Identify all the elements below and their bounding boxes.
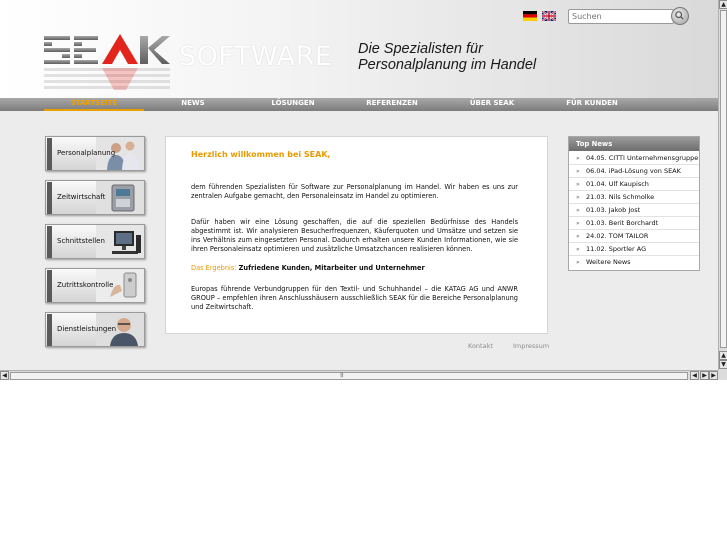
search-button[interactable] (671, 7, 689, 25)
news-item[interactable]: » 01.03. Berit Borchardt (569, 217, 699, 230)
sidebar-item-personalplanung[interactable]: Personalplanung (45, 136, 145, 171)
box-marker (47, 182, 52, 214)
sidebar-item-label: Personalplanung (57, 149, 116, 157)
sidebar-item-label: Dienstleistungen (57, 325, 117, 333)
box-marker (47, 314, 52, 346)
sidebar-item-label: Zeitwirtschaft (57, 193, 106, 201)
news-item[interactable]: » 01.03. Jakob Jost (569, 204, 699, 217)
search-input[interactable] (568, 9, 674, 24)
scroll-left-arrow-icon[interactable]: ◀ (0, 371, 9, 380)
box-marker (47, 270, 52, 302)
sidebar-item-dienstleistungen[interactable]: Dienstleistungen (45, 312, 145, 347)
bullet-icon: » (576, 246, 580, 253)
welcome-panel: Herzlich willkommen bei SEAK, dem führen… (165, 136, 548, 334)
sidebar-item-label: Schnittstellen (57, 237, 105, 245)
scrollbar-corner (718, 370, 727, 380)
box-marker (47, 226, 52, 258)
sidebar-item-schnittstellen[interactable]: Schnittstellen (45, 224, 145, 259)
bullet-icon: » (576, 233, 580, 240)
partners-paragraph: Europas führende Verbundgruppen für den … (191, 285, 518, 311)
tagline-line-1: Die Spezialisten für (358, 41, 483, 57)
news-item[interactable]: » 21.03. Nils Schmolke (569, 191, 699, 204)
horizontal-scrollbar[interactable]: ◀ |||| ◀ ▶ ▶ (0, 370, 718, 380)
bullet-icon: » (576, 181, 580, 188)
sidebar-item-zeitwirtschaft[interactable]: Zeitwirtschaft (45, 180, 145, 215)
german-flag-icon[interactable] (523, 11, 537, 21)
scroll-right-arrow-icon[interactable]: ▶ (700, 371, 709, 380)
sidebar-item-label: Zutrittskontrolle (57, 281, 114, 289)
bullet-icon: » (576, 220, 580, 227)
result-label: Das Ergebnis: (191, 264, 237, 272)
bullet-icon: » (576, 168, 580, 175)
news-item[interactable]: » 01.04. Ulf Kaupisch (569, 178, 699, 191)
english-flag-icon[interactable] (542, 11, 556, 21)
nav-item-ueber-seak[interactable]: ÜBER SEAK (442, 98, 542, 111)
sidebar-item-zutrittskontrolle[interactable]: Zutrittskontrolle (45, 268, 145, 303)
intro-paragraph: dem führenden Spezialisten für Software … (191, 183, 518, 200)
news-item[interactable]: » 04.05. CITTI Unternehmensgruppe (569, 152, 699, 165)
nav-item-news[interactable]: NEWS (143, 98, 243, 111)
bullet-icon: » (576, 155, 580, 162)
news-item[interactable]: » 11.02. Sportler AG (569, 243, 699, 256)
seak-logo[interactable] (44, 32, 172, 94)
main-navigation: STARTSEITE NEWS LÖSUNGEN REFERENZEN ÜBER… (0, 98, 718, 111)
tagline-line-2: Personalplanung im Handel (358, 57, 537, 73)
scroll-left-arrow-icon[interactable]: ◀ (690, 371, 699, 380)
footer-link-impressum[interactable]: Impressum (513, 342, 549, 350)
scroll-down-arrow-icon[interactable]: ▼ (719, 360, 727, 369)
more-news-link[interactable]: » Weitere News (569, 256, 699, 269)
site-tagline: Die Spezialisten für Personalplanung im … (358, 41, 536, 73)
news-item[interactable]: » 24.02. TOM TAILOR (569, 230, 699, 243)
magnifier-icon (675, 11, 684, 20)
bullet-icon: » (576, 259, 580, 266)
nav-item-referenzen[interactable]: REFERENZEN (342, 98, 442, 111)
footer-link-kontakt[interactable]: Kontakt (468, 342, 493, 350)
result-text: Zufriedene Kunden, Mitarbeiter und Unter… (238, 264, 425, 272)
bullet-icon: » (576, 207, 580, 214)
top-news-title: Top News (569, 137, 699, 151)
vertical-scrollbar[interactable]: ▲ ▲ ▼ (718, 0, 727, 370)
vertical-scroll-thumb[interactable] (720, 10, 727, 348)
top-news-box: Top News » 04.05. CITTI Unternehmensgrupp… (568, 136, 700, 271)
solution-paragraph: Dafür haben wir eine Lösung geschaffen, … (191, 218, 518, 253)
scroll-up-arrow-icon[interactable]: ▲ (719, 0, 727, 9)
browser-viewport: SOFTWARE Die Spezialisten für Personalpl… (0, 0, 718, 370)
nav-item-fuer-kunden[interactable]: FÜR KUNDEN (542, 98, 642, 111)
news-item[interactable]: » 06.04. iPad-Lösung von SEAK (569, 165, 699, 178)
welcome-heading: Herzlich willkommen bei SEAK, (191, 150, 331, 159)
nav-item-startseite[interactable]: STARTSEITE (44, 98, 144, 111)
site-header: SOFTWARE Die Spezialisten für Personalpl… (0, 0, 718, 98)
scroll-grip-icon: |||| (340, 372, 344, 378)
horizontal-scroll-thumb[interactable] (10, 372, 688, 380)
result-line: Das Ergebnis: Zufriedene Kunden, Mitarbe… (191, 264, 425, 272)
software-wordmark: SOFTWARE (179, 41, 333, 72)
bullet-icon: » (576, 194, 580, 201)
scroll-right-arrow-icon[interactable]: ▶ (709, 371, 718, 380)
box-marker (47, 138, 52, 170)
scroll-up-arrow-icon[interactable]: ▲ (719, 351, 727, 360)
nav-item-loesungen[interactable]: LÖSUNGEN (243, 98, 343, 111)
